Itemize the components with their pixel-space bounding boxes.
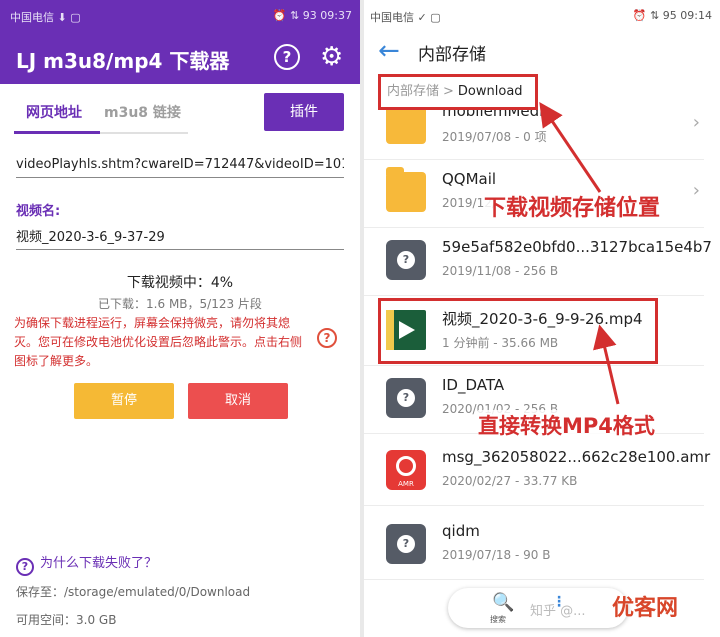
site-logo: 优客网 <box>612 596 679 621</box>
search-icon[interactable]: 🔍 <box>492 592 514 613</box>
status-bar: 中国电信 ⬇ ▢ ⏰ ⇅ 93 09:37 <box>0 0 360 32</box>
status-right-info: ⏰ ⇅ 93 09:37 <box>272 9 352 22</box>
save-path-label: 保存至：/storage/emulated/0/Download <box>16 585 251 599</box>
breadcrumb-current[interactable]: Download <box>458 84 523 99</box>
highlight-box-mp4 <box>378 298 658 364</box>
download-failed-help-link[interactable]: ? 为什么下载失败了？ <box>16 552 157 576</box>
file-name: msg_362058022...662c28e100.amr <box>442 448 711 466</box>
cancel-button[interactable]: 取消 <box>188 383 288 419</box>
download-progress-title: 下载视频中：4% <box>126 275 234 291</box>
chevron-right-icon: › <box>692 180 700 201</box>
unknown-file-icon: ? <box>386 524 426 564</box>
download-progress-detail: 已下载：1.6 MB，5/123 片段 <box>98 297 262 311</box>
file-meta: 2020/02/27 - 33.77 KB <box>442 474 578 488</box>
question-glyph: ? <box>397 535 415 553</box>
app-bar: LJ m3u8/mp4 下载器 ? ⚙ <box>0 32 360 84</box>
watermark-text: 知乎 @... <box>530 604 586 619</box>
carrier-label: 中国电信 ⬇ ▢ <box>10 11 81 24</box>
list-item[interactable]: ? qidm 2019/07/18 - 90 B <box>364 510 704 580</box>
back-arrow-icon[interactable]: ← <box>378 36 400 66</box>
list-item[interactable]: ? 59e5af582e0bfd0...3127bca15e4b7 2019/1… <box>364 226 712 296</box>
breadcrumb-separator: > <box>443 84 454 99</box>
question-icon: ? <box>16 558 34 576</box>
free-space-label: 可用空间：3.0 GB <box>16 613 117 627</box>
warning-help-icon[interactable]: ? <box>317 328 337 348</box>
search-label: 搜索 <box>490 615 506 624</box>
carrier-label: 中国电信 ✓ ▢ <box>370 11 441 24</box>
active-tab-indicator <box>14 131 100 134</box>
file-meta: 2019/07/18 - 90 B <box>442 548 551 562</box>
file-name: ID_DATA <box>442 376 505 394</box>
question-glyph: ? <box>397 389 415 407</box>
screen-on-warning: 为确保下载进程运行，屏幕会保持微亮，请勿将其熄灭。您可在修改电池优化设置后忽略此… <box>14 316 303 368</box>
folder-icon <box>386 167 426 212</box>
download-failed-help-text: 为什么下载失败了？ <box>40 556 158 571</box>
unknown-file-icon: ? <box>386 240 426 280</box>
status-bar: 中国电信 ✓ ▢ ⏰ ⇅ 95 09:14 <box>364 0 720 30</box>
annotation-storage-location: 下载视频存储位置 <box>484 190 661 222</box>
url-input[interactable]: videoPlayhls.shtm?cwareID=712447&videoID… <box>16 148 344 178</box>
question-glyph: ? <box>397 251 415 269</box>
annotation-mp4-format: 直接转换MP4格式 <box>478 410 655 440</box>
amr-file-icon: AMR <box>386 450 426 490</box>
chevron-right-icon: › <box>692 112 700 133</box>
downloader-app-screen: 中国电信 ⬇ ▢ ⏰ ⇅ 93 09:37 LJ m3u8/mp4 下载器 ? … <box>0 0 360 637</box>
tab-m3u8-link[interactable]: m3u8 链接 <box>104 102 181 122</box>
input-mode-tabs: 网页地址 m3u8 链接 <box>14 90 188 134</box>
amr-circle <box>396 456 416 476</box>
file-meta: 2019/07/08 - 0 项 <box>442 130 547 144</box>
file-name: qidm <box>442 522 480 540</box>
app-title: LJ m3u8/mp4 下载器 <box>16 49 230 73</box>
status-right-info: ⏰ ⇅ 95 09:14 <box>632 9 712 22</box>
help-icon[interactable]: ? <box>274 44 300 70</box>
page-title: 内部存储 <box>418 45 486 65</box>
gear-icon[interactable]: ⚙ <box>320 42 343 72</box>
file-name: QQMail <box>442 170 497 188</box>
file-name: 59e5af582e0bfd0...3127bca15e4b7 <box>442 238 712 256</box>
file-meta: 2019/11/08 - 256 B <box>442 264 559 278</box>
unknown-file-icon: ? <box>386 378 426 418</box>
amr-text: AMR <box>398 480 414 488</box>
tab-webpage-url[interactable]: 网页地址 <box>26 102 82 122</box>
plugin-button[interactable]: 插件 <box>264 93 344 131</box>
video-name-input[interactable]: 视频_2020-3-6_9-37-29 <box>16 222 344 250</box>
pause-button[interactable]: 暂停 <box>74 383 174 419</box>
list-item[interactable]: AMR msg_362058022...662c28e100.amr 2020/… <box>364 436 710 506</box>
breadcrumb-root[interactable]: 内部存储 <box>387 84 439 99</box>
file-manager-screen: 中国电信 ✓ ▢ ⏰ ⇅ 95 09:14 ← 内部存储 内部存储 > Downlo… <box>364 0 720 637</box>
video-name-label: 视频名: <box>16 204 61 219</box>
breadcrumb: 内部存储 > Download <box>378 74 538 110</box>
folder-icon <box>386 99 426 144</box>
